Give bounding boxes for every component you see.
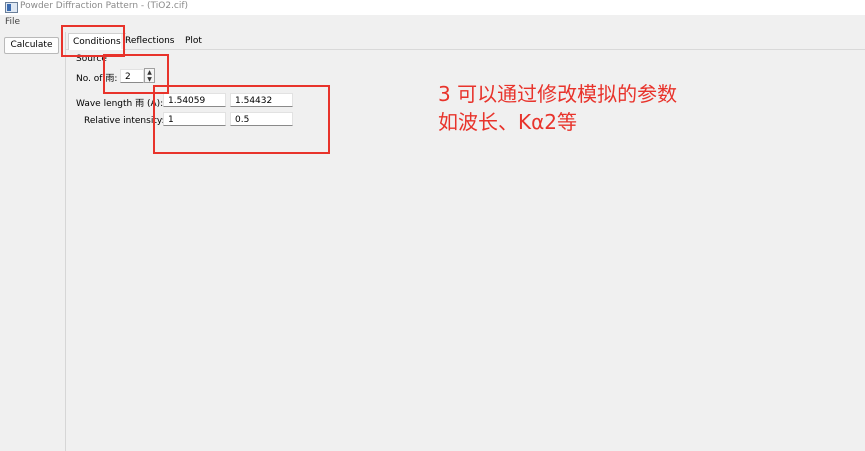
- tab-reflections[interactable]: Reflections: [121, 34, 179, 49]
- annotation-line-2: 如波长、Kα2等: [438, 110, 578, 134]
- annotation-text: 3 可以通过修改模拟的参数 如波长、Kα2等: [438, 80, 677, 136]
- calculate-button[interactable]: Calculate: [4, 37, 59, 54]
- tab-strip: Conditions Reflections Plot: [66, 31, 865, 51]
- highlight-box-parameters: [153, 85, 330, 154]
- menu-file[interactable]: File: [5, 17, 20, 27]
- left-panel: [0, 32, 66, 451]
- highlight-box-conditions-tab: [61, 25, 125, 57]
- annotation-line-1: 3 可以通过修改模拟的参数: [438, 82, 678, 106]
- title-bar: Powder Diffraction Pattern - (TiO2.cif): [0, 0, 865, 15]
- app-icon: [5, 2, 18, 13]
- window-title: Powder Diffraction Pattern - (TiO2.cif): [20, 1, 189, 11]
- tab-plot[interactable]: Plot: [181, 34, 206, 49]
- wavelength-label: Wave length 雨 (A):: [76, 99, 164, 109]
- menu-bar: File: [0, 15, 865, 30]
